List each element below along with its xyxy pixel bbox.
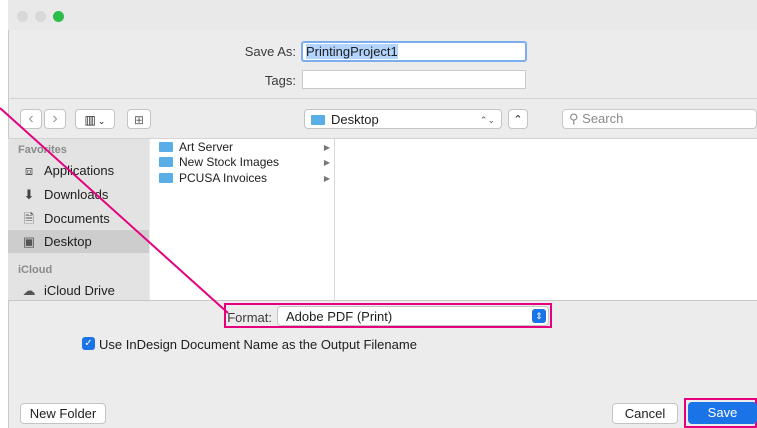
annotation-pointer-line [0, 107, 229, 314]
